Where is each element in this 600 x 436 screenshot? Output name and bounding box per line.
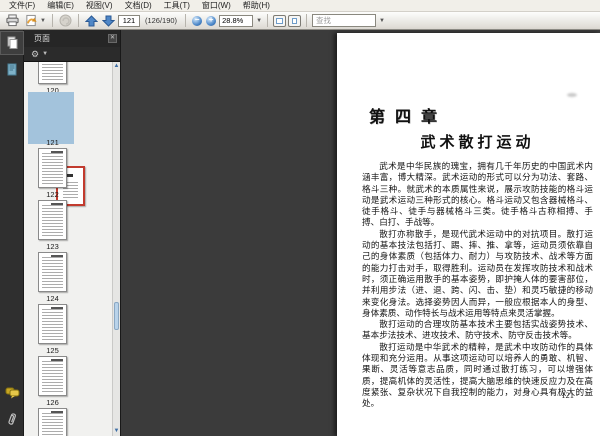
printer-icon — [5, 14, 20, 27]
menu-item[interactable]: 文件(F) — [3, 0, 41, 12]
previous-page-button[interactable] — [84, 13, 99, 28]
zoom-out-icon: − — [194, 14, 200, 24]
toolbar-separator — [77, 14, 79, 27]
menu-item[interactable]: 编辑(E) — [41, 0, 80, 12]
search-options-icon[interactable]: ▼ — [379, 18, 385, 24]
page-thumbnail[interactable]: 123 — [24, 200, 112, 252]
menu-bar: 文件(F) 编辑(E) 视图(V) 文档(D) 工具(T) 窗口(W) 帮助(H) — [0, 0, 600, 12]
fit-width-button[interactable] — [273, 14, 287, 27]
panel-header: 页面 ✕ — [24, 30, 120, 47]
toolbar: ▼ (126 — [0, 12, 600, 30]
paragraph: 武术是中华民族的瑰宝，拥有几千年历史的中国武术内涵丰富，博大精深。武术运动的形式… — [362, 161, 593, 228]
thumbnail-page-image[interactable] — [38, 148, 67, 188]
menu-item[interactable]: 视图(V) — [80, 0, 119, 12]
bookmarks-icon — [6, 63, 18, 76]
print-button[interactable] — [4, 13, 21, 28]
page-thumbnail[interactable]: 125 — [24, 304, 112, 356]
zoom-in-button[interactable]: + — [206, 14, 217, 26]
pages-tab[interactable] — [0, 31, 24, 55]
previous-view-button — [58, 13, 73, 28]
paragraph: 散打亦称散手，是现代武术运动中的对抗项目。散打运动的基本技法包括打、踢、摔、推、… — [362, 228, 593, 318]
zoom-in-icon: + — [208, 14, 214, 24]
paperclip-icon — [6, 412, 18, 427]
thumbnail-page-label: 122 — [46, 190, 59, 199]
export-icon — [24, 14, 39, 27]
next-page-button[interactable] — [101, 13, 116, 28]
thumbnail-page-image[interactable] — [38, 356, 67, 396]
comments-tab[interactable] — [1, 382, 23, 404]
chapter-heading: 第 四 章 — [369, 109, 441, 126]
document-title: 武术散打运动 — [420, 135, 535, 151]
thumbnail-page-image[interactable] — [38, 408, 67, 436]
thumbnail-list: 120 121 122 123 124 125 126 — [24, 62, 112, 436]
page-thumbnail[interactable]: 121 — [24, 92, 112, 206]
page-count-label: (126/190) — [144, 16, 178, 25]
pages-panel: 页面 ✕ ⚙ ▼ 120 121 122 123 124 125 126 ▲ ▼ — [24, 30, 120, 436]
menu-item[interactable]: 窗口(W) — [196, 0, 237, 12]
toolbar-separator — [267, 14, 269, 27]
page-thumbnail[interactable]: 120 — [24, 62, 112, 96]
toolbar-separator — [306, 14, 308, 27]
arrow-up-icon — [84, 14, 98, 27]
fit-page-button[interactable] — [288, 14, 302, 27]
thumbnail-page-image[interactable] — [38, 252, 67, 292]
panel-options-bar: ⚙ ▼ — [24, 47, 120, 62]
page-thumbnail[interactable]: 124 — [24, 252, 112, 304]
scroll-up-icon[interactable]: ▲ — [113, 63, 120, 70]
thumbnail-page-image[interactable] — [38, 62, 67, 84]
page-thumbnail[interactable]: 122 — [24, 148, 112, 200]
document-page: 第 四 章 武术散打运动 武术是中华民族的瑰宝，拥有几千年历史的中国武术内涵丰富… — [337, 33, 600, 436]
body-text: 武术是中华民族的瑰宝，拥有几千年历史的中国武术内涵丰富，博大精深。武术运动的形式… — [362, 161, 593, 410]
panel-scrollbar[interactable]: ▲ ▼ — [112, 62, 120, 436]
page-number-input[interactable] — [117, 14, 140, 27]
attachments-tab[interactable] — [1, 408, 23, 430]
thumbnail-page-label: 124 — [46, 294, 59, 303]
gear-icon[interactable]: ⚙ — [31, 49, 39, 59]
scroll-down-icon[interactable]: ▼ — [113, 428, 120, 435]
search-input[interactable] — [312, 14, 377, 27]
zoom-dropdown-icon[interactable]: ▼ — [256, 18, 262, 24]
panel-close-button[interactable]: ✕ — [108, 34, 117, 43]
thumbnail-page-label: 125 — [46, 346, 59, 355]
panel-title: 页面 — [34, 34, 50, 43]
zoom-out-button[interactable]: − — [192, 14, 203, 26]
pages-icon — [6, 36, 19, 50]
arrow-down-icon — [101, 15, 115, 27]
scrollbar-thumb[interactable] — [114, 302, 119, 330]
pdf-viewer-window: 文件(F) 编辑(E) 视图(V) 文档(D) 工具(T) 窗口(W) 帮助(H) ▼ — [0, 0, 600, 436]
printed-page-number: · 121 · — [556, 390, 579, 400]
page-thumbnail[interactable]: 126 — [24, 356, 112, 408]
document-canvas[interactable]: 第 四 章 武术散打运动 武术是中华民族的瑰宝，拥有几千年历史的中国武术内涵丰富… — [120, 30, 600, 436]
menu-item[interactable]: 工具(T) — [158, 0, 196, 12]
page-thumbnail[interactable] — [24, 408, 112, 436]
options-dropdown-icon[interactable]: ▼ — [42, 51, 48, 57]
navigation-strip — [0, 30, 24, 436]
toolbar-separator — [185, 14, 187, 27]
export-button[interactable]: ▼ — [23, 13, 47, 28]
menu-item[interactable]: 文档(D) — [119, 0, 158, 12]
thumbnail-page-label: 121 — [46, 138, 59, 147]
zoom-level-input[interactable] — [219, 14, 254, 27]
thumbnail-page-image[interactable] — [38, 200, 67, 240]
thumbnail-page-label: 123 — [46, 242, 59, 251]
comments-icon — [5, 387, 20, 399]
print-artifact — [567, 93, 577, 97]
menu-item[interactable]: 帮助(H) — [237, 0, 276, 12]
toolbar-separator — [51, 14, 53, 27]
thumbnail-selection-highlight — [28, 92, 74, 144]
bookmarks-tab[interactable] — [1, 58, 23, 80]
chevron-down-icon: ▼ — [40, 17, 46, 24]
thumbnail-page-label: 126 — [46, 398, 59, 407]
thumbnail-page-image[interactable] — [38, 304, 67, 344]
previous-view-icon — [59, 14, 72, 27]
paragraph: 散打运动的合理攻防基本技术主要包括实战姿势技术、基本步法技术、进攻技术、防守技术… — [362, 319, 593, 341]
